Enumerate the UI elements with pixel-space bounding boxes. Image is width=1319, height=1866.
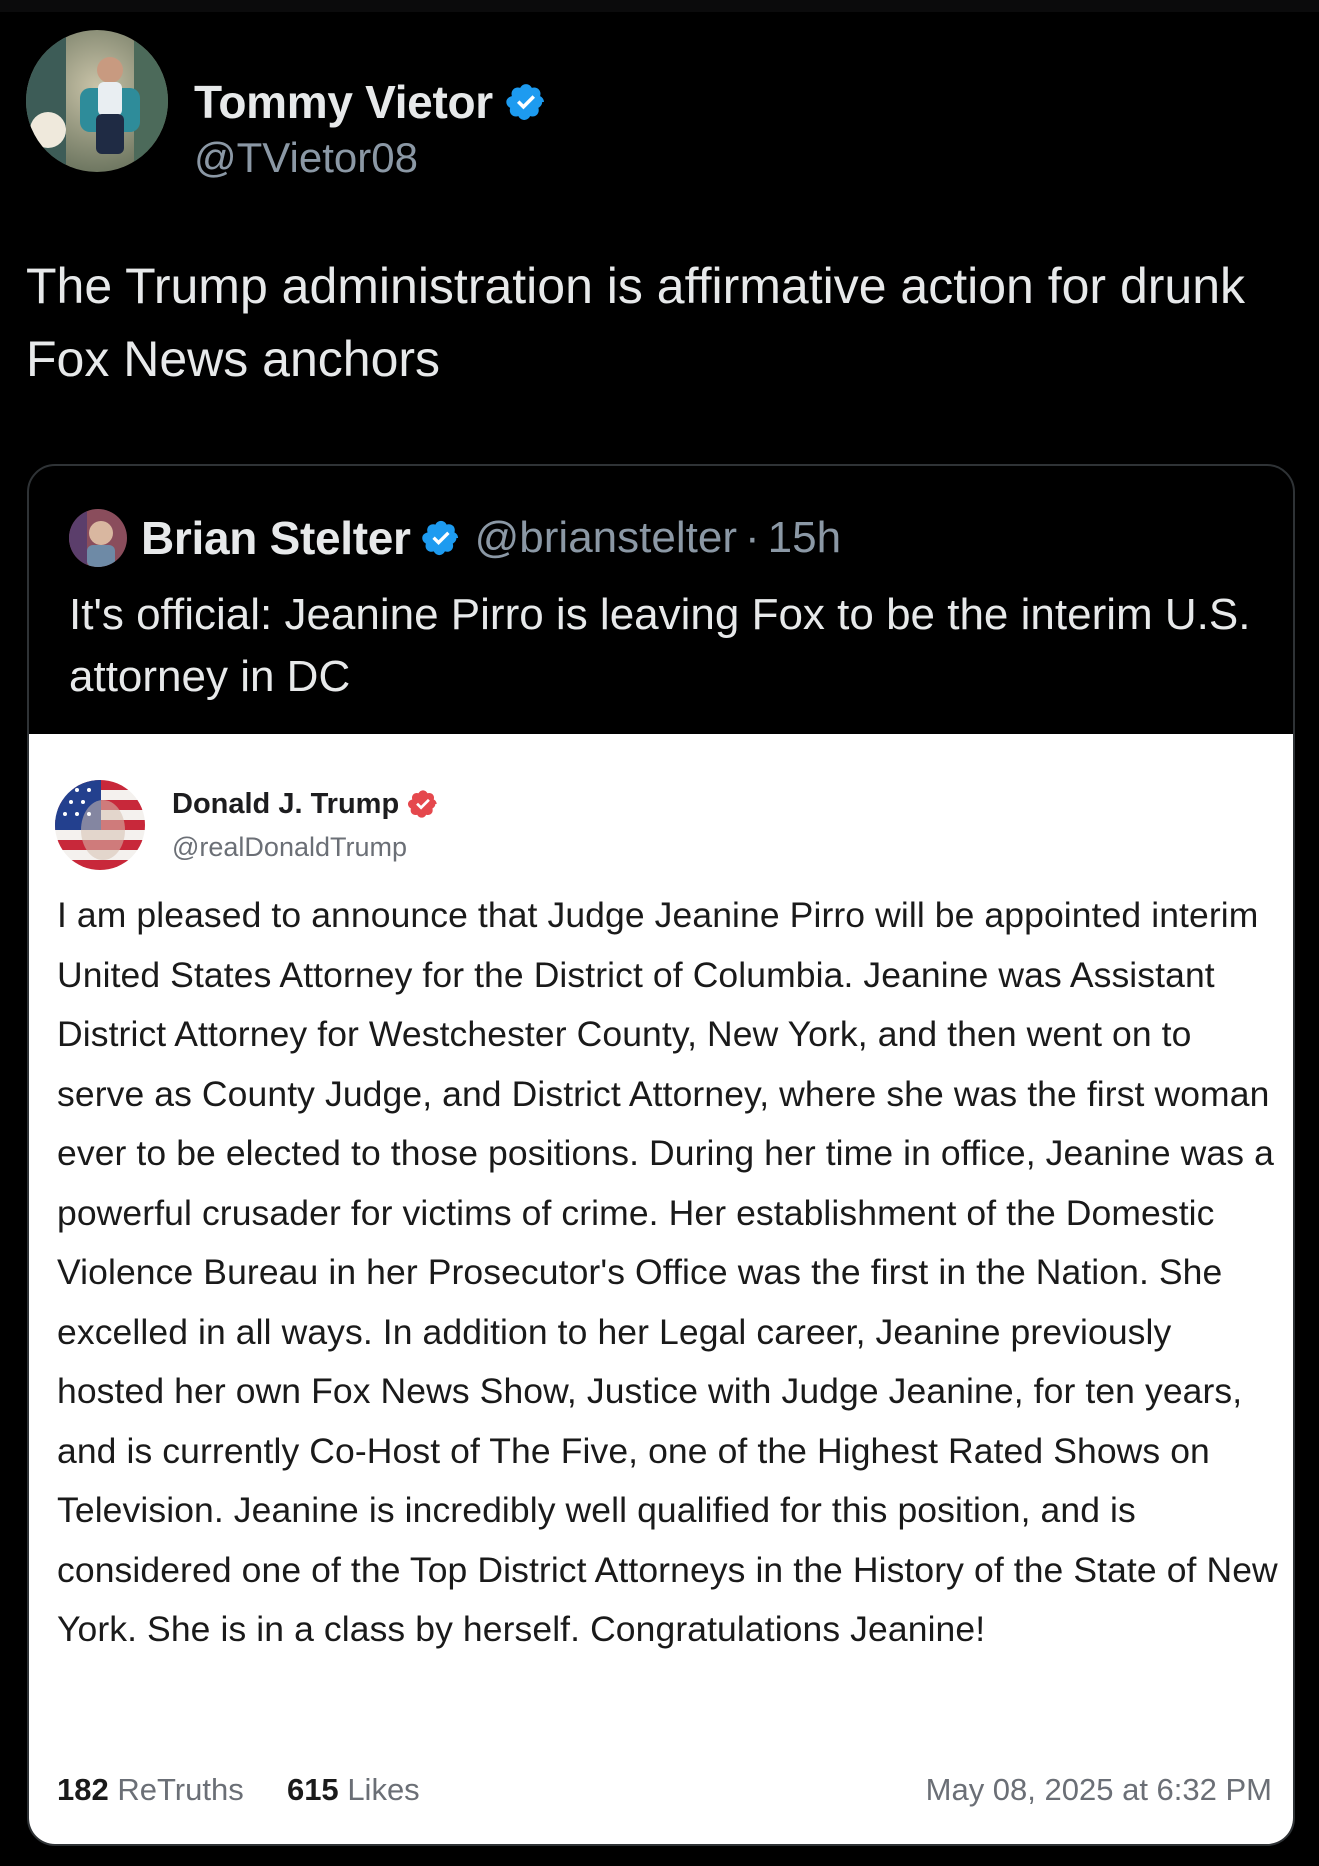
quoted-post-text: It's official: Jeanine Pirro is leaving … xyxy=(69,590,1251,701)
embedded-post-date: May 08, 2025 at 6:32 PM xyxy=(925,1772,1272,1807)
status-strip xyxy=(0,0,1319,12)
post-text: The Trump administration is affirmative … xyxy=(26,258,1246,387)
retruths-label: ReTruths xyxy=(117,1772,244,1807)
quoted-author-handle[interactable]: @brianstelter xyxy=(475,513,737,563)
embedded-avatar xyxy=(55,780,145,870)
verified-badge-icon xyxy=(408,790,437,818)
author-name[interactable]: Tommy Vietor xyxy=(194,75,493,129)
quoted-post-card[interactable]: Brian Stelter @brianstelter · 15h It's o… xyxy=(27,464,1295,1846)
likes-label: Likes xyxy=(347,1772,420,1807)
embedded-author-handle: @realDonaldTrump xyxy=(172,832,407,862)
embedded-post-footer: 182 ReTruths 615 Likes May 08, 2025 at 6… xyxy=(57,1772,1272,1812)
embedded-post-body: I am pleased to announce that Judge Jean… xyxy=(57,895,1278,1649)
avatar[interactable] xyxy=(26,30,168,172)
quoted-author-name[interactable]: Brian Stelter xyxy=(141,511,411,565)
separator-dot: · xyxy=(744,513,760,562)
verified-badge-icon xyxy=(506,84,544,120)
embedded-image[interactable]: Donald J. Trump @realDonaldTrump I am pl… xyxy=(29,734,1293,1844)
embedded-author-name: Donald J. Trump xyxy=(172,787,400,820)
profile-photo-icon xyxy=(26,30,168,172)
post-author-header: Tommy Vietor @TVietor08 xyxy=(26,30,826,181)
quoted-avatar[interactable] xyxy=(69,509,127,567)
flag-portrait-icon xyxy=(55,780,145,870)
profile-photo-icon xyxy=(69,509,127,567)
quoted-post-header: Brian Stelter @brianstelter · 15h xyxy=(69,508,841,568)
quoted-timestamp[interactable]: 15h xyxy=(768,513,841,563)
retruths-count: 182 xyxy=(57,1772,109,1807)
author-handle[interactable]: @TVietor08 xyxy=(194,134,418,182)
verified-badge-icon xyxy=(421,520,458,556)
likes-count: 615 xyxy=(286,1772,339,1807)
engagement-stats: 182 ReTruths 615 Likes xyxy=(57,1772,420,1808)
